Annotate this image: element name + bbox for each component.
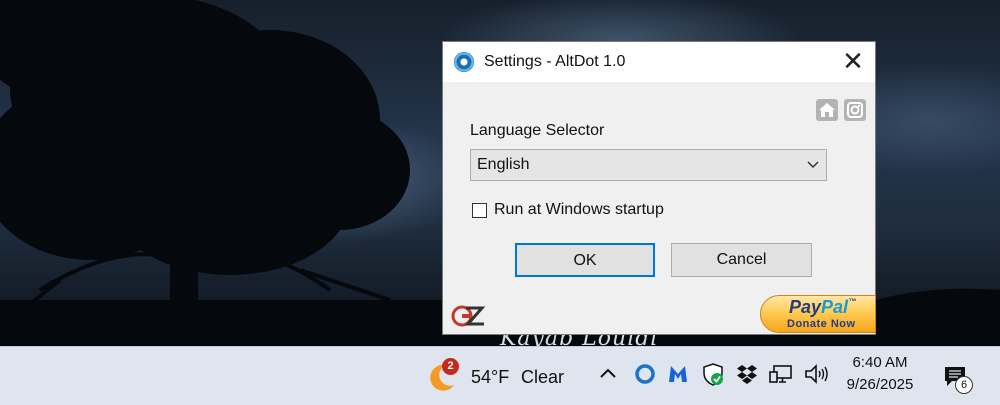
- startup-checkbox[interactable]: [472, 203, 487, 218]
- language-selector-label: Language Selector: [470, 122, 605, 139]
- weather-condition[interactable]: Clear: [521, 367, 564, 388]
- gz-logo[interactable]: [450, 303, 486, 329]
- cortana-ring-icon[interactable]: [633, 362, 657, 386]
- clock-time: 6:40 AM: [852, 354, 908, 371]
- notification-count-badge: 6: [955, 376, 973, 394]
- chevron-up-icon[interactable]: [598, 362, 618, 386]
- weather-temperature[interactable]: 54°F: [471, 367, 509, 388]
- dropbox-icon[interactable]: [735, 362, 759, 386]
- chevron-down-icon: [807, 161, 819, 169]
- network-icon[interactable]: [768, 362, 794, 386]
- settings-dialog: Settings - AltDot 1.0 ✕ Language Selecto…: [442, 41, 876, 335]
- close-button[interactable]: ✕: [831, 42, 875, 82]
- language-value: English: [477, 156, 530, 173]
- instagram-icon[interactable]: [844, 99, 866, 121]
- taskbar: 2 54°F Clear 6:40 AM 9/26/2025 6: [0, 346, 1000, 405]
- system-clock[interactable]: 6:40 AM 9/26/2025: [838, 353, 922, 395]
- cancel-button[interactable]: Cancel: [671, 243, 812, 277]
- title-bar[interactable]: Settings - AltDot 1.0 ✕: [443, 42, 875, 82]
- donate-now-label: Donate Now: [787, 318, 856, 330]
- weather-badge: 2: [442, 358, 459, 375]
- window-title: Settings - AltDot 1.0: [484, 53, 626, 70]
- startup-label: Run at Windows startup: [494, 201, 664, 218]
- malwarebytes-icon[interactable]: [666, 362, 690, 386]
- language-dropdown[interactable]: English: [470, 149, 827, 181]
- clock-date: 9/26/2025: [846, 376, 914, 393]
- paypal-logo: PayPal™: [789, 297, 857, 317]
- altdot-app-icon: [454, 52, 474, 72]
- home-icon[interactable]: [816, 99, 838, 121]
- defender-shield-icon[interactable]: [701, 362, 725, 386]
- volume-icon[interactable]: [803, 362, 829, 386]
- paypal-donate-button[interactable]: PayPal™ Donate Now: [760, 295, 876, 333]
- ok-button[interactable]: OK: [515, 243, 655, 277]
